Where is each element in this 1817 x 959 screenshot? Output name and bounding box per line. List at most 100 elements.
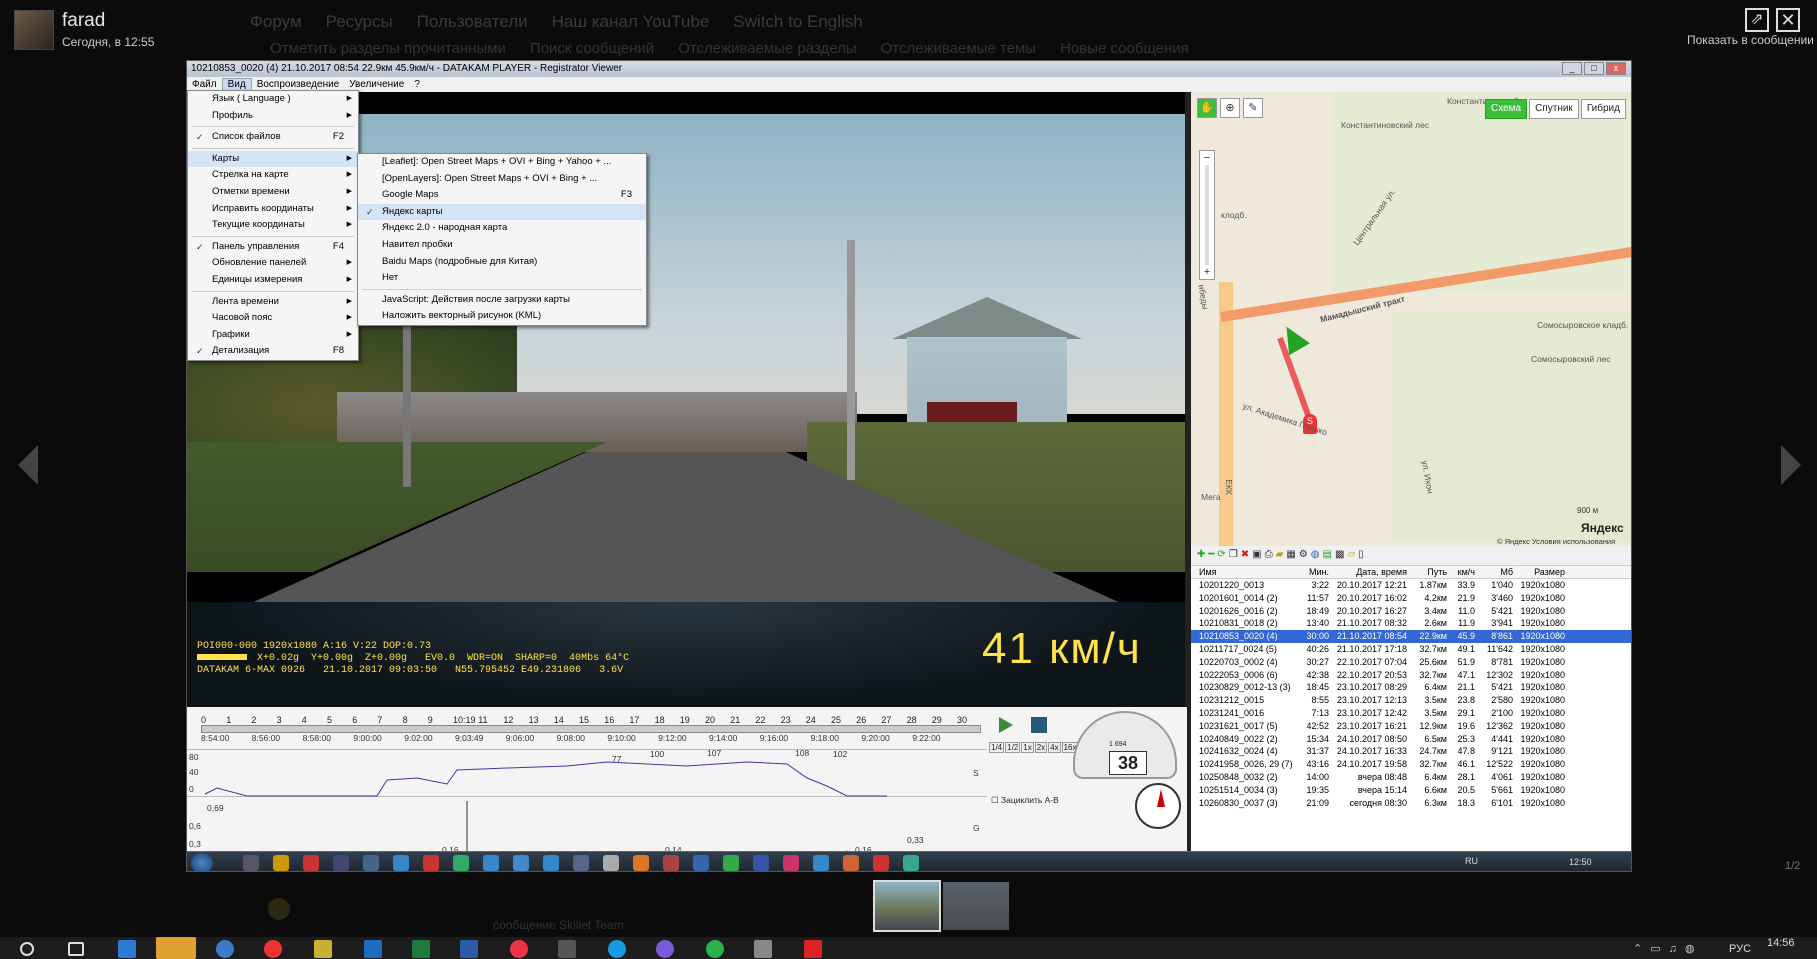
map-zoom-control[interactable]: − +: [1199, 150, 1215, 280]
thumbnail-current[interactable]: [873, 880, 941, 932]
table-row[interactable]: 10260830_0037 (3) 21:09 сегодня 08:30 6.3км…: [1191, 797, 1631, 810]
copy-icon[interactable]: ❐: [1229, 549, 1238, 560]
menu-item[interactable]: Яндекс 2.0 - народная карта: [358, 220, 646, 237]
document-icon[interactable]: ▯: [1358, 549, 1364, 560]
speed-button[interactable]: 1x: [1021, 742, 1034, 753]
menu-item[interactable]: ✓ Детализация F8: [188, 343, 358, 360]
tanks-icon[interactable]: [754, 940, 772, 958]
table-row[interactable]: 10241958_0026, 29 (7) 43:16 24.10.2017 19:…: [1191, 758, 1631, 771]
prev-arrow-icon[interactable]: [18, 445, 38, 485]
menu-item[interactable]: Google Maps F3: [358, 187, 646, 204]
menu-item[interactable]: Baidu Maps (подробные для Китая): [358, 254, 646, 271]
film-icon[interactable]: ▩: [1335, 549, 1344, 560]
outlook-icon[interactable]: [364, 940, 382, 958]
table-row[interactable]: 10241632_0024 (4) 31:37 24.10.2017 16:33 24…: [1191, 745, 1631, 758]
menu-item[interactable]: Часовой пояс ▶: [188, 310, 358, 327]
table-row[interactable]: 10210831_0018 (2) 13:40 21.10.2017 08:32 2.…: [1191, 617, 1631, 630]
menu-item[interactable]: Лента времени ▶: [188, 294, 358, 311]
username[interactable]: farad: [62, 10, 105, 32]
app-icon[interactable]: [558, 940, 576, 958]
map-type-satellite-button[interactable]: Спутник: [1529, 99, 1579, 119]
inner-app-icon[interactable]: [753, 855, 769, 871]
inner-app-icon[interactable]: [543, 855, 559, 871]
inner-app-icon[interactable]: [903, 855, 919, 871]
inner-app-icon[interactable]: [333, 855, 349, 871]
save-icon[interactable]: ▣: [1252, 549, 1261, 560]
download-icon[interactable]: [804, 940, 822, 958]
speed-button[interactable]: 4x: [1048, 742, 1061, 753]
table-row[interactable]: 10220703_0002 (4) 30:27 22.10.2017 07:04 25…: [1191, 656, 1631, 669]
game-icon[interactable]: [314, 940, 332, 958]
inner-app-icon[interactable]: [423, 855, 439, 871]
table-row[interactable]: 10201220_0013 3:22 20.10.2017 12:21 1.87км 3…: [1191, 579, 1631, 592]
table-row[interactable]: 10230829_0012-13 (3) 18:45 23.10.2017 08:2…: [1191, 681, 1631, 694]
column-header[interactable]: Имя: [1191, 566, 1299, 578]
map-icon[interactable]: ▤: [1322, 549, 1331, 560]
map-copyright[interactable]: © Яндекс Условия использования: [1497, 537, 1615, 546]
menu-item[interactable]: Графики ▶: [188, 327, 358, 344]
inner-app-icon[interactable]: [663, 855, 679, 871]
menu-item[interactable]: Отметки времени ▶: [188, 184, 358, 201]
whatsapp-icon[interactable]: [706, 940, 724, 958]
inner-app-icon[interactable]: [843, 855, 859, 871]
zoom-track[interactable]: [1205, 165, 1214, 265]
menu-help[interactable]: ?: [409, 79, 425, 90]
play-icon[interactable]: [999, 717, 1013, 733]
inner-lang[interactable]: RU: [1465, 856, 1478, 866]
settings-icon[interactable]: ⚙: [1299, 549, 1308, 560]
column-header[interactable]: Размер: [1513, 566, 1565, 578]
taskbar-clock[interactable]: 14:56: [1767, 937, 1795, 949]
table-row[interactable]: 10231241_0016 7:13 23.10.2017 12:42 3.5км 29…: [1191, 707, 1631, 720]
menu-item[interactable]: Исправить координаты ▶: [188, 201, 358, 218]
menu-item[interactable]: Нет: [358, 270, 646, 287]
refresh-icon[interactable]: ⟳: [1217, 549, 1225, 560]
show-in-post-link[interactable]: Показать в сообщении: [1687, 33, 1814, 47]
globe-icon[interactable]: ◍: [1311, 549, 1320, 560]
table-row[interactable]: 10250848_0032 (2) 14:00 вчера 08:48 6.4км 28…: [1191, 771, 1631, 784]
speed-button[interactable]: 2x: [1034, 742, 1048, 753]
map-type-hybrid-button[interactable]: Гибрид: [1580, 99, 1626, 119]
explorer-icon[interactable]: [156, 937, 196, 959]
inner-app-icon[interactable]: [873, 855, 889, 871]
remove-icon[interactable]: ━: [1208, 549, 1214, 560]
menu-item[interactable]: Наложить векторный рисунок (KML): [358, 308, 646, 325]
inner-app-icon[interactable]: [603, 855, 619, 871]
open-external-icon[interactable]: ⇗: [1745, 8, 1769, 32]
inner-clock[interactable]: 12:50: [1569, 857, 1592, 867]
inner-app-icon[interactable]: [693, 855, 709, 871]
menu-item[interactable]: Карты ▶: [188, 150, 358, 168]
menu-item[interactable]: Текущие координаты ▶: [188, 217, 358, 234]
menu-item[interactable]: ✓ Список файлов F2: [188, 129, 358, 146]
column-header[interactable]: Дата, время: [1329, 566, 1407, 578]
menu-item[interactable]: Единицы измерения ▶: [188, 272, 358, 289]
minimize-button[interactable]: _: [1562, 62, 1582, 75]
column-header[interactable]: Мин.: [1299, 566, 1329, 578]
column-header[interactable]: Путь: [1407, 566, 1447, 578]
chrome-icon[interactable]: [510, 940, 528, 958]
menu-playback[interactable]: Воспроизведение: [252, 79, 345, 90]
menu-item[interactable]: ✓ Панель управления F4: [188, 239, 358, 256]
menu-item[interactable]: [OpenLayers]: Open Street Maps + OVI + B…: [358, 171, 646, 188]
menu-item[interactable]: ✓ Яндекс карты: [358, 203, 646, 221]
window-close-button[interactable]: x: [1606, 62, 1626, 75]
zoom-out-button[interactable]: −: [1200, 151, 1214, 165]
inner-app-icon[interactable]: [483, 855, 499, 871]
thunderbird-icon[interactable]: [216, 940, 234, 958]
inner-app-icon[interactable]: [513, 855, 529, 871]
ruler-icon[interactable]: ✎: [1243, 98, 1263, 118]
search-icon[interactable]: [20, 942, 34, 956]
inner-app-icon[interactable]: [363, 855, 379, 871]
word-icon[interactable]: [460, 940, 478, 958]
menu-item[interactable]: JavaScript: Действия после загрузки карт…: [358, 292, 646, 309]
map-panel[interactable]: S Константиновский лес Константиновский …: [1191, 92, 1631, 546]
maximize-button[interactable]: □: [1584, 62, 1604, 75]
close-icon[interactable]: ✕: [1776, 8, 1800, 32]
pan-hand-icon[interactable]: ✋: [1197, 98, 1217, 118]
table-row[interactable]: 10240849_0022 (2) 15:34 24.10.2017 08:50 6.…: [1191, 733, 1631, 746]
inner-app-icon[interactable]: [303, 855, 319, 871]
speed-graph[interactable]: 80 40 0 77 100 107 108 102 S: [187, 748, 987, 797]
table-row[interactable]: 10231212_0015 8:55 23.10.2017 12:13 3.5км 23…: [1191, 694, 1631, 707]
task-view-icon[interactable]: [68, 942, 84, 956]
table-row[interactable]: 10211717_0024 (5) 40:26 21.10.2017 17:18 32…: [1191, 643, 1631, 656]
column-header[interactable]: км/ч: [1447, 566, 1475, 578]
